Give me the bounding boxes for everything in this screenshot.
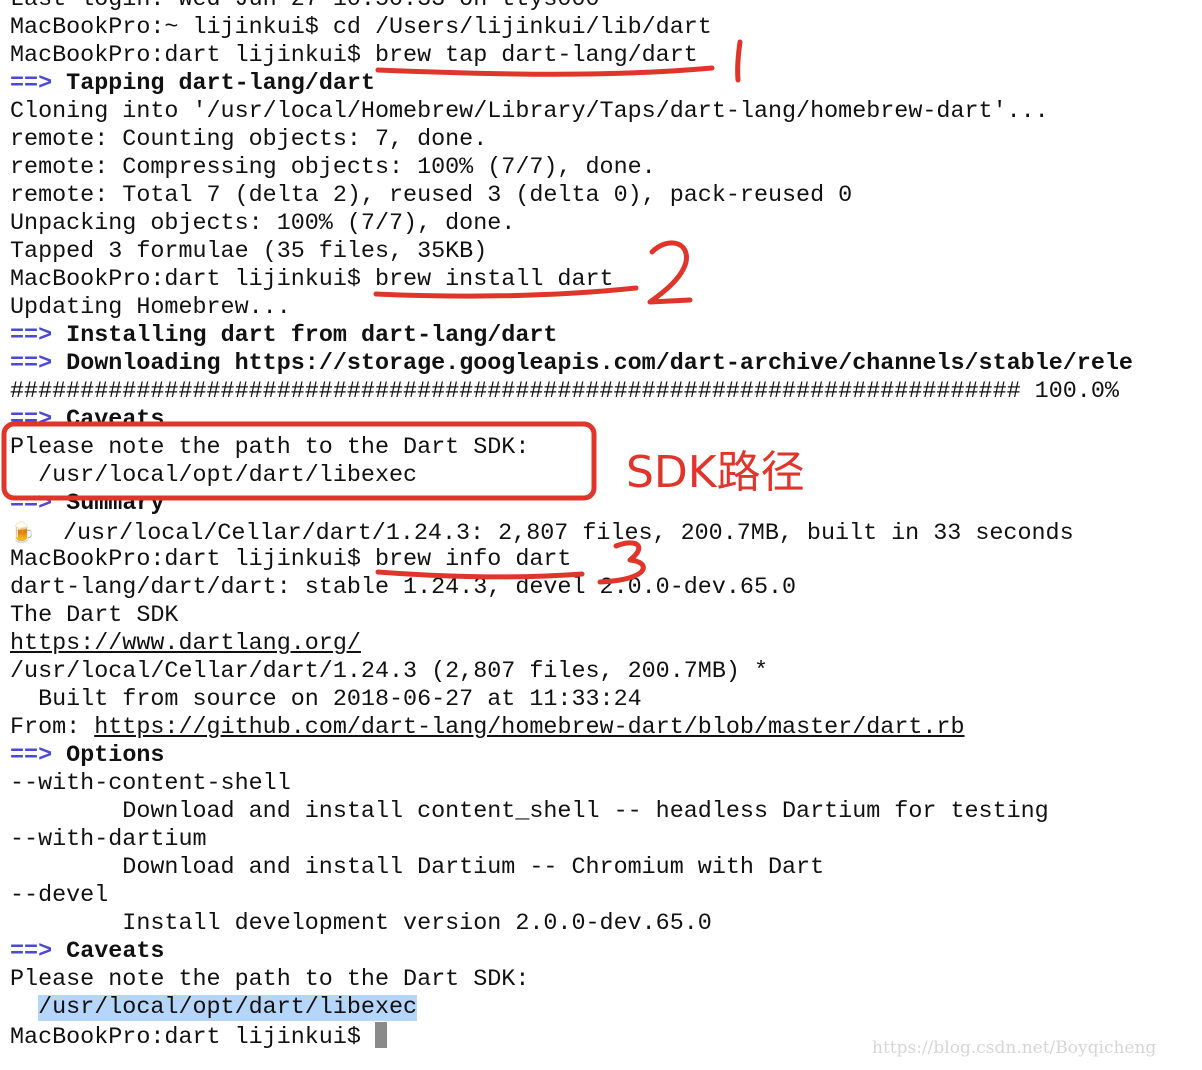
handwritten-number-3	[597, 540, 646, 585]
sdk-path-annotation: SDK路径	[626, 447, 805, 498]
underline-3	[375, 569, 585, 580]
handwritten-number-1	[735, 39, 743, 83]
annotation-layer	[1, 39, 743, 585]
underline-2	[373, 285, 639, 299]
watermark: https://blog.csdn.net/Boyqicheng	[872, 1038, 1157, 1058]
sdk-path-highlight-box	[1, 421, 597, 501]
underline-1	[375, 65, 715, 77]
handwritten-number-2	[647, 240, 693, 305]
